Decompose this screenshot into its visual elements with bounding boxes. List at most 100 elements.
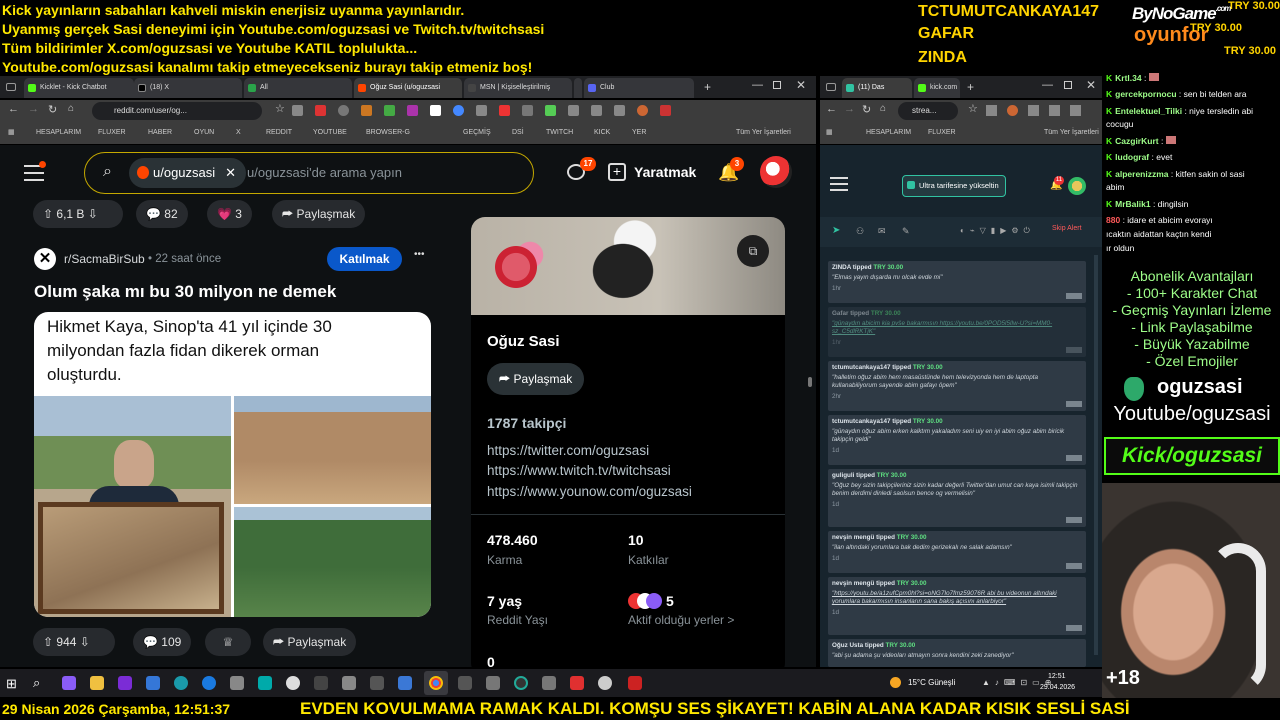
bookmark[interactable]: HESAPLARIM [36, 122, 81, 144]
post-image[interactable]: Hikmet Kaya, Sinop'ta 41 yıl içinde 30 m… [34, 312, 431, 617]
megaphone-icon[interactable]: ✉ [878, 226, 886, 237]
browser-tab-active[interactable]: Oğuz Sasi (u/oguzsasi [354, 78, 462, 98]
vote-bar[interactable]: ⇧ 944 ⇩ [33, 628, 115, 656]
maximize-icon[interactable] [1064, 81, 1072, 89]
folder-icon[interactable] [90, 676, 104, 690]
user-avatar[interactable] [760, 156, 792, 188]
app-icon[interactable] [258, 676, 272, 690]
weather-label[interactable]: 15°C Güneşli [908, 678, 955, 687]
search-input[interactable]: u/oguzsasi'de arama yapın [247, 165, 402, 180]
bookmark[interactable]: REDDIT [266, 122, 292, 144]
alert-card[interactable]: nevşin mengü tipped TRY 30.00 "ilan altın… [828, 531, 1086, 573]
app-icon[interactable] [314, 676, 328, 690]
bookmark[interactable]: HESAPLARIM [866, 122, 911, 144]
upgrade-button[interactable]: Ultra tarifesine yükseltin [902, 175, 1006, 197]
alert-card[interactable]: ZINDA tipped TRY 30.00 "Elmas yayın dışar… [828, 261, 1086, 303]
profile-link[interactable]: https://twitter.com/oguzsasi [487, 443, 649, 458]
share-button[interactable]: ⮫ Paylaşmak [272, 200, 366, 228]
tool-icon[interactable]: ⚇ [856, 226, 864, 237]
create-button[interactable]: Yaratmak [634, 164, 696, 180]
alert-card[interactable]: tctumutcankaya147 tipped TRY 30.00 "günay… [828, 415, 1086, 465]
apps-grid-icon[interactable]: ▦ [826, 122, 833, 144]
bookmark[interactable]: FLUXER [98, 122, 126, 144]
reload-icon[interactable]: ↻ [48, 103, 57, 116]
vivaldi-icon[interactable] [570, 676, 584, 690]
app-icon[interactable] [514, 676, 528, 690]
back-icon[interactable]: ← [8, 103, 19, 115]
new-tab-icon[interactable]: + [967, 80, 974, 94]
bookmark[interactable]: KICK [594, 122, 610, 144]
bookmark[interactable]: Tüm Yer İşaretleri [1044, 122, 1099, 144]
alert-card[interactable]: Oğuz Usta tipped TRY 30.00 "abi şu adama … [828, 639, 1086, 667]
reload-icon[interactable]: ↻ [862, 103, 871, 116]
award-button[interactable]: ♕ [205, 628, 251, 656]
chrome-icon[interactable] [429, 676, 443, 690]
active-communities-link[interactable]: Aktif olduğu yerler > [628, 613, 734, 627]
tab-search-icon[interactable] [826, 83, 836, 91]
scrollbar[interactable] [1094, 255, 1098, 655]
scrollbar-thumb[interactable] [808, 377, 812, 387]
close-icon[interactable]: ✕ [225, 165, 236, 180]
pen-icon[interactable]: ✎ [902, 226, 910, 237]
search-scope-chip[interactable]: u/oguzsasi ✕ [129, 158, 247, 188]
app-icon[interactable] [542, 676, 556, 690]
share-button[interactable]: ⮫ Paylaşmak [263, 628, 357, 656]
browser-tab[interactable]: kick.com [914, 78, 960, 98]
home-icon[interactable]: ⌂ [880, 103, 886, 114]
url-input[interactable]: reddit.com/user/og... [92, 102, 262, 120]
user-avatar[interactable] [1068, 177, 1086, 195]
bookmark[interactable]: Tüm Yer İşaretleri [736, 122, 791, 144]
app-icon[interactable] [458, 676, 472, 690]
browser-tab-active[interactable]: (11) Das [842, 78, 912, 98]
alert-card[interactable]: guliguli tipped TRY 30.00 "Oğuz bey sizin… [828, 469, 1086, 527]
profile-share-button[interactable]: ⮫ Paylaşmak [487, 363, 585, 395]
award-button[interactable]: 💗 3 [207, 200, 252, 228]
alert-card[interactable]: tctumutcankaya147 tipped TRY 30.00 "halle… [828, 361, 1086, 411]
browser-tab[interactable]: (18) X [134, 78, 242, 98]
forward-icon[interactable]: → [844, 103, 855, 115]
minimize-icon[interactable]: — [1042, 79, 1053, 91]
alert-card[interactable]: nevşin mengü tipped TRY 30.00 "https://yo… [828, 577, 1086, 635]
clock-date[interactable]: 29.04.2026 [1040, 684, 1075, 691]
maximize-icon[interactable] [773, 81, 781, 89]
bookmark[interactable]: DSİ [512, 122, 524, 144]
star-icon[interactable]: ☆ [275, 102, 285, 115]
comment-button[interactable]: 💬 109 [133, 628, 192, 656]
onenote-icon[interactable] [118, 676, 132, 690]
post-title[interactable]: Olum şaka mı bu 30 milyon ne demek [34, 282, 336, 302]
app-icon[interactable] [628, 676, 642, 690]
bookmark[interactable]: GEÇMİŞ [463, 122, 491, 144]
close-icon[interactable]: ✕ [796, 78, 806, 92]
tab-search-icon[interactable] [6, 83, 16, 91]
bookmark[interactable]: YOUTUBE [313, 122, 347, 144]
browser-tab[interactable]: Kicklet - Kick Chatbot [24, 78, 134, 98]
search-icon[interactable]: ⌕ [33, 675, 40, 691]
minimize-icon[interactable]: — [752, 79, 763, 91]
browser-tab[interactable]: All [244, 78, 352, 98]
browser-tab[interactable]: Club [584, 78, 694, 98]
forward-icon[interactable]: → [28, 103, 39, 115]
send-icon[interactable]: ➤ [832, 225, 840, 236]
back-icon[interactable]: ← [826, 103, 837, 115]
bookmark[interactable]: HABER [148, 122, 172, 144]
vote-bar[interactable]: ⇧ 6,1 B ⇩ [33, 200, 123, 228]
url-input[interactable]: strea... [898, 102, 958, 120]
subreddit-name[interactable]: r/SacmaBirSub [64, 252, 145, 266]
home-icon[interactable]: ⌂ [68, 103, 74, 114]
join-button[interactable]: Katılmak [327, 247, 402, 271]
browser-tab[interactable]: MSN | Kişiselleştirilmiş [464, 78, 572, 98]
comment-button[interactable]: 💬 82 [136, 200, 188, 228]
profile-link[interactable]: https://www.twitch.tv/twitchsasi [487, 463, 671, 478]
clock-time[interactable]: 12:51 [1048, 673, 1066, 680]
close-icon[interactable]: ✕ [1086, 78, 1096, 92]
control-icons[interactable]: ◐⌁▽▮▶⚙⏻ [960, 226, 1035, 236]
edit-banner-icon[interactable]: ⧉ [737, 235, 769, 267]
chatgpt-icon[interactable] [598, 676, 612, 690]
browser-tab[interactable] [574, 78, 582, 98]
obs-icon[interactable] [286, 676, 300, 690]
alert-card[interactable]: Gafar tipped TRY 30.00 "günaydın abicim k… [828, 307, 1086, 357]
edge-icon[interactable] [174, 676, 188, 690]
bookmark[interactable]: BROWSER-G [366, 122, 410, 144]
new-tab-icon[interactable]: + [704, 80, 711, 94]
app-icon[interactable] [370, 676, 384, 690]
